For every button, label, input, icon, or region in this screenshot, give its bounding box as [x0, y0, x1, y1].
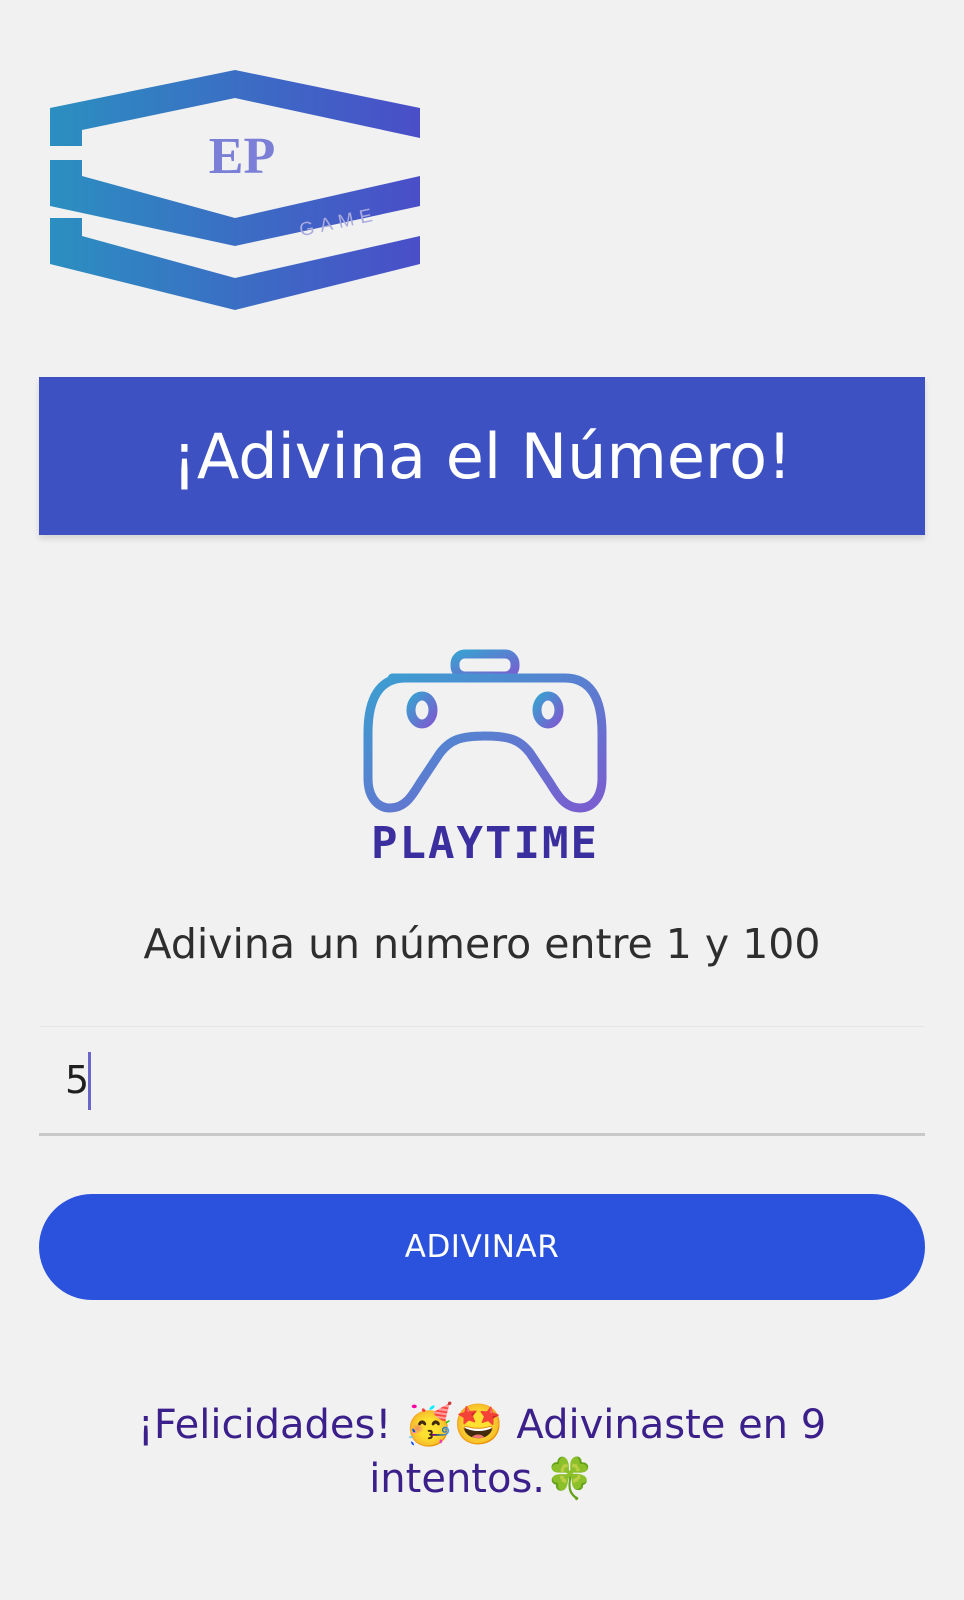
guess-button[interactable]: ADIVINAR	[39, 1194, 925, 1300]
result-message: ¡Felicidades! 🥳🤩 Adivinaste en 9 intento…	[137, 1402, 827, 1502]
playtime-logo: PLAYTIME	[363, 649, 607, 869]
gamepad-icon	[363, 649, 607, 813]
text-caret	[88, 1052, 91, 1110]
playtime-logo-text: PLAYTIME	[371, 818, 599, 869]
title-banner: ¡Adivina el Número!	[39, 377, 925, 535]
number-input[interactable]	[39, 1026, 925, 1136]
ep-logo-text: EP	[209, 128, 275, 185]
instruction-text: Adivina un número entre 1 y 100	[143, 920, 821, 968]
ep-game-logo: EP GAME	[50, 70, 420, 310]
page-title: ¡Adivina el Número!	[172, 419, 792, 493]
